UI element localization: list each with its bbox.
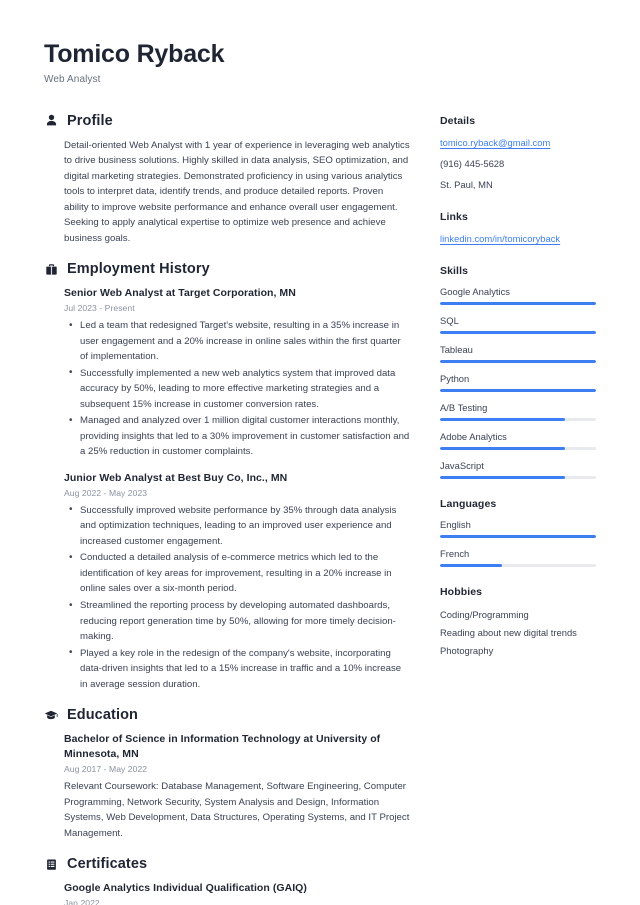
skill-meter-fill [440, 446, 565, 450]
bullet-item: Played a key role in the redesign of the… [69, 645, 410, 693]
education-entry-date: Aug 2017 - May 2022 [64, 764, 148, 774]
candidate-job-title: Web Analyst [44, 73, 101, 85]
skill-meter-track [440, 359, 596, 363]
section-header-profile: Profile [44, 113, 410, 129]
skill-meter-fill [440, 388, 596, 392]
employment-entry: Junior Web Analyst at Best Buy Co, Inc.,… [44, 471, 410, 692]
sidebar-links: Links linkedin.com/in/tomicoryback [440, 211, 596, 246]
sidebar-title-languages: Languages [440, 497, 497, 510]
candidate-name: Tomico Ryback [44, 40, 225, 68]
bullet-item: Managed and analyzed over 1 million digi… [69, 413, 410, 460]
language-meter-track [440, 563, 596, 567]
skill-meter-track [440, 417, 596, 421]
user-icon [44, 114, 58, 128]
sidebar-title-details: Details [440, 114, 476, 127]
section-title-profile: Profile [67, 112, 113, 129]
employment-entry: Senior Web Analyst at Target Corporation… [44, 286, 410, 460]
sidebar-title-hobbies: Hobbies [440, 585, 483, 598]
sidebar-title-skills: Skills [440, 264, 469, 277]
hobby-item: Photography [440, 645, 494, 657]
hobby-item: Coding/Programming [440, 608, 529, 620]
skill-meter-track [440, 475, 596, 479]
skill-item: Python [440, 373, 596, 392]
skill-label: SQL [440, 314, 459, 326]
briefcase-icon [44, 262, 58, 276]
resume-header: Tomico Ryback Web Analyst [44, 40, 596, 85]
skill-meter-fill [440, 359, 596, 363]
employment-entry-bullets: Successfully improved website performanc… [64, 502, 410, 693]
sidebar-title-links: Links [440, 210, 468, 223]
bullet-item: Successfully implemented a new web analy… [69, 365, 410, 413]
certificate-entry-title: Google Analytics Individual Qualificatio… [64, 882, 307, 895]
certificate-entry: Google Analytics Individual Qualificatio… [44, 881, 410, 905]
section-title-certificates: Certificates [67, 856, 148, 873]
language-item: French [440, 548, 596, 567]
skill-item: Google Analytics [440, 286, 596, 305]
sidebar-languages: Languages English French [440, 498, 596, 567]
main-column: Profile Detail-oriented Web Analyst with… [44, 113, 410, 905]
skill-item: A/B Testing [440, 402, 596, 421]
section-title-education: Education [67, 707, 138, 724]
section-title-employment: Employment History [67, 261, 210, 278]
language-meter-fill [440, 563, 503, 567]
employment-entry-title: Junior Web Analyst at Best Buy Co, Inc.,… [64, 471, 288, 484]
bullet-item: Streamlined the reporting process by dev… [69, 598, 410, 645]
section-header-certificates: Certificates [44, 856, 410, 872]
education-entry-title: Bachelor of Science in Information Techn… [64, 733, 381, 761]
skill-label: A/B Testing [440, 401, 488, 413]
bullet-item: Led a team that redesigned Target's webs… [69, 318, 410, 365]
skill-meter-fill [440, 417, 565, 421]
education-entry-description: Relevant Coursework: Database Management… [64, 781, 410, 839]
skill-label: JavaScript [440, 459, 484, 471]
section-header-education: Education [44, 707, 410, 723]
bullet-item: Conducted a detailed analysis of e-comme… [69, 550, 410, 597]
section-education: Education Bachelor of Science in Informa… [44, 707, 410, 841]
section-employment-history: Employment History Senior Web Analyst at… [44, 261, 410, 692]
language-meter-fill [440, 534, 596, 538]
section-header-employment: Employment History [44, 261, 410, 277]
employment-entry-date: Jul 2023 - Present [64, 303, 135, 314]
section-profile: Profile Detail-oriented Web Analyst with… [44, 113, 410, 247]
sidebar-details: Details tomico.ryback@gmail.com (916) 44… [440, 115, 596, 192]
sidebar-skills: Skills Google Analytics SQL Tableau Pyth… [440, 265, 596, 479]
skill-item: Tableau [440, 344, 596, 363]
graduation-cap-icon [44, 708, 58, 722]
linkedin-link[interactable]: linkedin.com/in/tomicoryback [440, 232, 596, 246]
sidebar-hobbies: Hobbies Coding/Programming Reading about… [440, 586, 596, 659]
resume-body: Profile Detail-oriented Web Analyst with… [44, 113, 596, 905]
skill-label: Python [440, 372, 470, 384]
skill-item: SQL [440, 315, 596, 334]
skill-label: Tableau [440, 343, 473, 355]
skill-meter-track [440, 301, 596, 305]
language-meter-track [440, 534, 596, 538]
certificate-entry-date: Jan 2022 [64, 898, 100, 905]
location: St. Paul, MN [440, 178, 493, 190]
language-label: French [440, 547, 470, 559]
skill-label: Adobe Analytics [440, 430, 507, 442]
education-entry: Bachelor of Science in Information Techn… [44, 732, 410, 841]
employment-entry-date: Aug 2022 - May 2023 [64, 487, 148, 498]
employment-entry-title: Senior Web Analyst at Target Corporation… [64, 287, 296, 300]
skill-meter-fill [440, 301, 596, 305]
hobby-item: Reading about new digital trends [440, 627, 577, 639]
clipboard-icon [44, 857, 58, 871]
language-label: English [440, 518, 471, 530]
skill-meter-track [440, 446, 596, 450]
employment-entry-bullets: Led a team that redesigned Target's webs… [64, 318, 410, 460]
resume-page: Tomico Ryback Web Analyst Profile Detail… [0, 0, 640, 905]
skill-meter-track [440, 388, 596, 392]
skill-item: JavaScript [440, 460, 596, 479]
profile-summary-text: Detail-oriented Web Analyst with 1 year … [64, 139, 410, 244]
bullet-item: Successfully improved website performanc… [69, 502, 410, 550]
sidebar-column: Details tomico.ryback@gmail.com (916) 44… [440, 113, 596, 678]
section-certificates: Certificates Google Analytics Individual… [44, 856, 410, 905]
skill-item: Adobe Analytics [440, 431, 596, 450]
skill-meter-fill [440, 330, 596, 334]
phone-number: (916) 445-5628 [440, 157, 505, 169]
skill-meter-track [440, 330, 596, 334]
email-link[interactable]: tomico.ryback@gmail.com [440, 136, 596, 150]
skill-label: Google Analytics [440, 285, 510, 297]
language-item: English [440, 519, 596, 538]
skill-meter-fill [440, 475, 565, 479]
